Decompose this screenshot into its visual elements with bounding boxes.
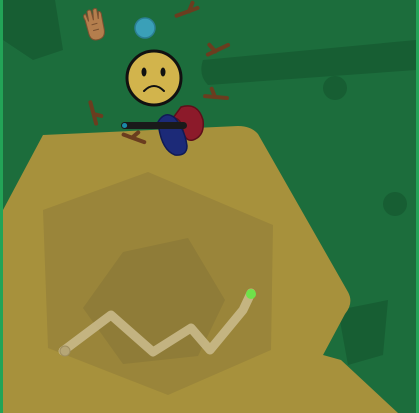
health-bar (121, 122, 187, 129)
water-droplet-icon[interactable] (134, 17, 156, 39)
stick-icon[interactable] (205, 40, 231, 57)
trail-head-marker (246, 289, 256, 299)
trail-start-marker (59, 345, 71, 357)
dark-grass-stripe (201, 40, 416, 85)
dark-grass-patch (3, 0, 63, 60)
dark-grass-spot (383, 192, 407, 216)
stick-icon[interactable] (174, 0, 200, 18)
player-character[interactable] (125, 49, 183, 107)
stick-icon[interactable] (88, 100, 104, 126)
health-bar-fill (122, 123, 128, 128)
stick-icon[interactable] (203, 86, 229, 101)
hand-print-icon[interactable] (82, 7, 107, 42)
game-viewport[interactable] (0, 0, 419, 413)
game-scene[interactable] (3, 0, 416, 413)
dark-grass-spot (323, 76, 347, 100)
